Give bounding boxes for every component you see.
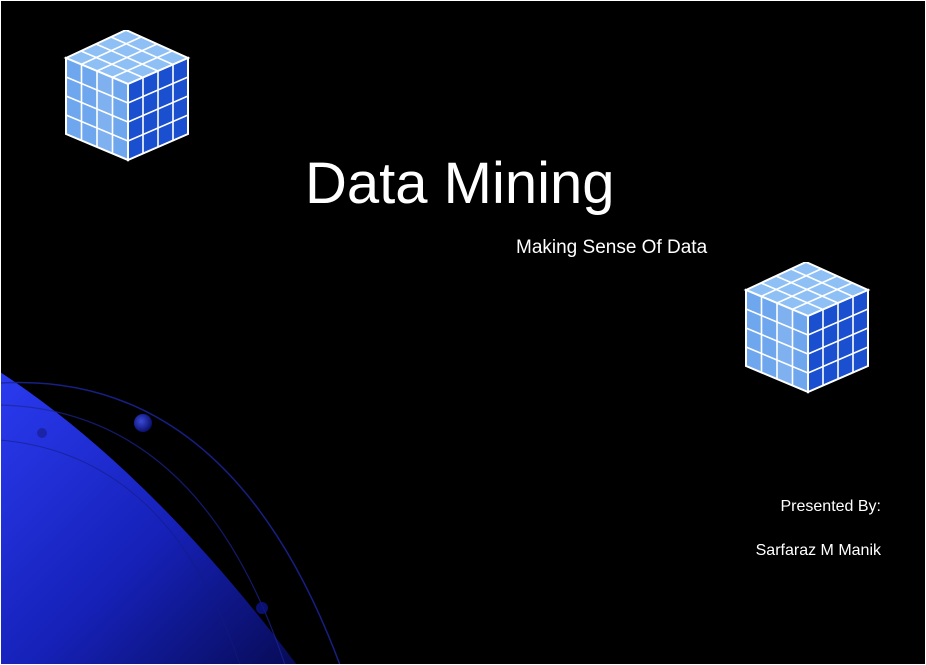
data-cube-icon bbox=[743, 262, 871, 394]
presented-by-label: Presented By: bbox=[780, 498, 882, 515]
slide-title: Data Mining bbox=[305, 151, 615, 216]
orbit-dot-small bbox=[37, 428, 47, 438]
presenter-name: Sarfaraz M Manik bbox=[755, 542, 881, 559]
orbit-dot-large bbox=[134, 414, 152, 432]
slide-subtitle: Making Sense Of Data bbox=[516, 237, 708, 258]
data-cube-icon bbox=[63, 30, 191, 162]
orbit-dot-bottom bbox=[256, 602, 268, 614]
slide: Data Mining Making Sense Of Data Present… bbox=[0, 0, 926, 665]
